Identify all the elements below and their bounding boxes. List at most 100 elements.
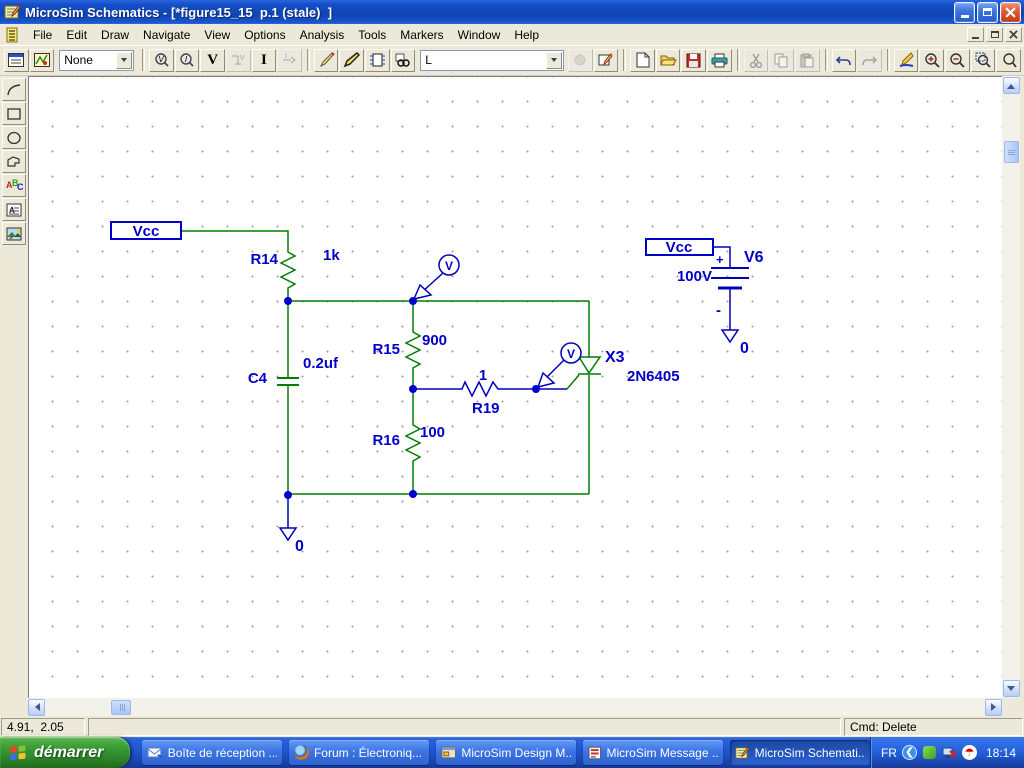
status-message-panel [88, 718, 841, 736]
schematic-page-icon [8, 53, 25, 67]
draw-ellipse-button[interactable] [2, 126, 26, 149]
network-status-icon[interactable] [942, 745, 957, 760]
menu-view[interactable]: View [197, 25, 237, 45]
menu-tools[interactable]: Tools [351, 25, 393, 45]
voltage-diff-marker-button: V [225, 48, 251, 72]
redo-icon [862, 55, 878, 65]
menu-markers[interactable]: Markers [393, 25, 450, 45]
taskbar-item-schematics-active[interactable]: MicroSim Schemati... [729, 740, 870, 765]
port-vcc-right[interactable]: Vcc [645, 238, 714, 256]
mdi-restore-button[interactable] [986, 27, 1003, 42]
arrow-right-icon [991, 703, 1000, 711]
draw-text-button[interactable]: A B C [2, 174, 26, 197]
voltage-probe-icon: V [155, 53, 169, 67]
port-vcc-left[interactable]: Vcc [110, 221, 182, 240]
taskbar-item-message-viewer[interactable]: MicroSim Message ... [582, 740, 723, 765]
wire-net[interactable] [181, 230, 590, 495]
draw-wire-button[interactable] [313, 48, 339, 72]
restore-button[interactable] [977, 1, 998, 23]
zoom-out-button[interactable] [945, 48, 970, 72]
task-label: MicroSim Schemati... [754, 745, 865, 760]
get-part-icon [395, 53, 411, 67]
start-label: démarrer [34, 743, 104, 761]
current-marker-button[interactable]: I [251, 48, 277, 72]
open-file-button[interactable] [655, 48, 681, 72]
draw-polyline-button[interactable] [2, 150, 26, 173]
command-status: Cmd: Delete [844, 718, 1023, 736]
taskbar-item-browser[interactable]: Forum : Électroniq... [288, 740, 429, 765]
label-r14-ref: R14 [250, 251, 278, 268]
language-bar-collapse-icon[interactable]: ❮ [901, 745, 917, 760]
part-labels[interactable]: R14 1k R15 900 R16 100 1 R19 C4 0.2uf X3… [248, 247, 764, 555]
right-margin [1020, 76, 1024, 698]
menu-draw[interactable]: Draw [94, 25, 136, 45]
get-part-button[interactable] [390, 48, 416, 72]
toolbar-separator [306, 49, 310, 71]
scroll-right-button[interactable] [985, 698, 1002, 716]
draw-rectangle-button[interactable] [2, 102, 26, 125]
resistor-r16-body [404, 389, 422, 494]
new-file-button[interactable] [630, 48, 655, 72]
language-indicator[interactable]: FR [881, 746, 897, 760]
schematic-drawing[interactable]: Vcc Vcc R14 1k R15 900 R16 100 1 R19 C4 [29, 77, 1002, 698]
zoom-out-icon [950, 53, 965, 68]
vertical-scroll-thumb[interactable] [1003, 141, 1019, 163]
taskbar-item-design-manager[interactable]: MicroSim Design M... [435, 740, 576, 765]
scroll-up-button[interactable] [1002, 77, 1020, 94]
undo-button[interactable] [831, 48, 857, 72]
save-file-button[interactable] [681, 48, 707, 72]
mdi-close-icon [1009, 30, 1018, 39]
taskbar-item-inbox[interactable]: Boîte de réception ... [141, 740, 282, 765]
start-button[interactable]: démarrer [0, 737, 130, 768]
voltage-probe-button[interactable]: V [149, 48, 174, 72]
junction-dots [284, 297, 540, 499]
antivirus-umbrella-icon[interactable]: ☂ [961, 745, 977, 760]
menu-file[interactable]: File [26, 25, 59, 45]
menu-window[interactable]: Window [451, 25, 508, 45]
annotate-button[interactable] [893, 48, 919, 72]
minimize-button[interactable] [954, 1, 975, 23]
schematic-page-button[interactable] [4, 48, 29, 72]
insert-picture-button[interactable] [2, 222, 26, 245]
thyristor-x3-symbol[interactable] [577, 356, 602, 375]
ground-left-symbol[interactable] [278, 495, 298, 542]
horizontal-scroll-thumb[interactable] [111, 699, 131, 715]
draw-block-button[interactable] [365, 48, 390, 72]
current-probe-button[interactable]: I [174, 48, 200, 72]
scroll-down-button[interactable] [1002, 680, 1020, 697]
text-box-button[interactable]: A [2, 198, 26, 221]
part-combo[interactable]: L [420, 49, 564, 71]
autorun-combo[interactable]: None [59, 49, 135, 71]
schematic-canvas[interactable]: Vcc Vcc R14 1k R15 900 R16 100 1 R19 C4 [28, 76, 1002, 698]
undo-icon [835, 55, 851, 65]
zoom-area-button[interactable] [970, 48, 996, 72]
zoom-fit-icon [1002, 53, 1017, 68]
zoom-fit-button[interactable] [996, 48, 1021, 72]
menu-edit[interactable]: Edit [59, 25, 94, 45]
zoom-in-button[interactable] [919, 48, 945, 72]
symbol-editor-button[interactable] [29, 48, 55, 72]
edit-symbol-button[interactable] [593, 48, 619, 72]
autorun-combo-drop[interactable] [116, 51, 133, 69]
menu-options[interactable]: Options [237, 25, 292, 45]
toolbar-separator [886, 49, 890, 71]
voltage-marker-button[interactable]: V [200, 48, 225, 72]
part-combo-drop[interactable] [545, 51, 562, 69]
draw-bus-button[interactable] [339, 48, 365, 72]
mdi-close-button[interactable] [1005, 27, 1022, 42]
draw-arc-button[interactable] [2, 78, 26, 101]
task-label: MicroSim Message ... [606, 745, 718, 760]
hscroll-track[interactable] [131, 698, 985, 716]
menu-help[interactable]: Help [507, 25, 546, 45]
label-r19-ref: R19 [472, 400, 500, 417]
vertical-scrollbar[interactable] [1002, 76, 1020, 698]
scroll-left-button[interactable] [28, 698, 45, 716]
menu-navigate[interactable]: Navigate [136, 25, 197, 45]
print-button[interactable] [707, 48, 732, 72]
close-button[interactable] [1000, 1, 1021, 23]
tray-app-icon[interactable] [922, 745, 937, 760]
horizontal-scrollbar[interactable] [0, 698, 1024, 716]
label-v6-minus: - [716, 302, 721, 319]
mdi-minimize-button[interactable] [967, 27, 984, 42]
menu-analysis[interactable]: Analysis [293, 25, 352, 45]
